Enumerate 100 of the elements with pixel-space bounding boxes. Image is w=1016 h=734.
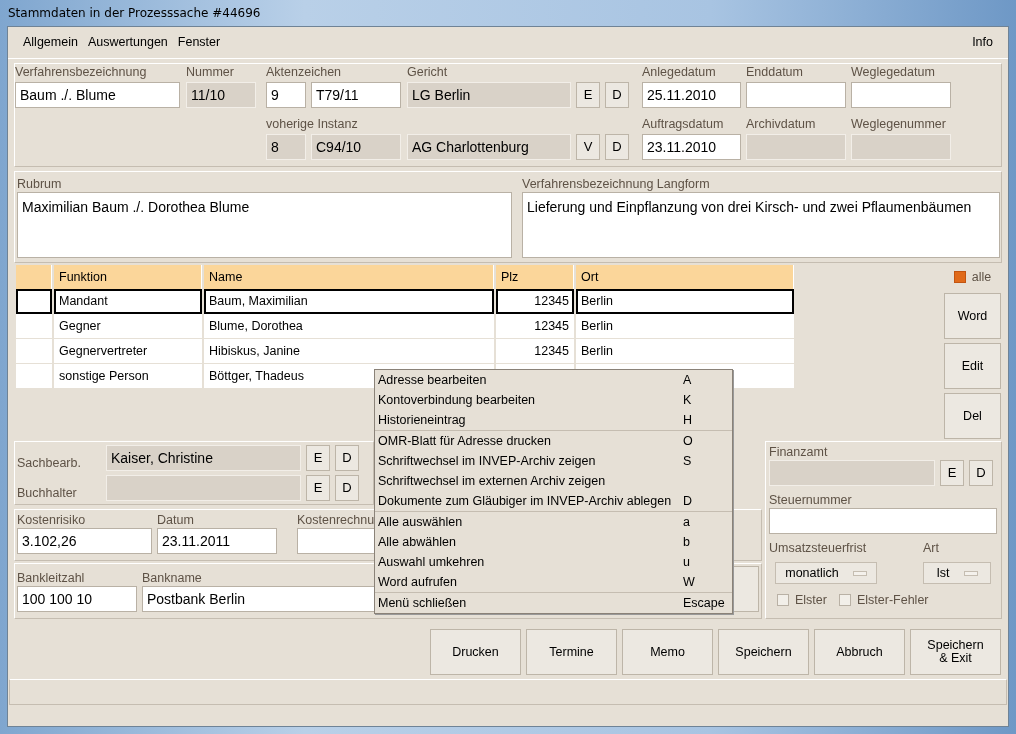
- menu-item[interactable]: Schriftwechsel im INVEP-Archiv zeigen S: [375, 451, 732, 471]
- field-label: Steuernummer: [769, 492, 852, 508]
- field-label: Kostenrechnu: [297, 512, 375, 528]
- input-field[interactable]: 3.102,26: [17, 528, 152, 554]
- field-label: Bankleitzahl: [17, 570, 85, 586]
- input-field: C94/10: [311, 134, 401, 160]
- field-label: Enddatum: [746, 64, 803, 81]
- action-button[interactable]: Drucken: [430, 629, 521, 675]
- field-label: Buchhalter: [17, 485, 78, 501]
- side-button[interactable]: Edit: [944, 343, 1001, 389]
- field-label: Auftragsdatum: [642, 116, 724, 133]
- field-label: Datum: [157, 512, 194, 528]
- checkbox[interactable]: [953, 271, 966, 283]
- menu-item[interactable]: Allgemein: [18, 31, 83, 54]
- dropdown-icon: [963, 570, 978, 576]
- small-button[interactable]: E: [576, 82, 600, 108]
- table-cell: Berlin: [576, 339, 794, 364]
- small-button[interactable]: E: [306, 445, 330, 471]
- checkbox-label: Elster: [795, 592, 827, 608]
- field-label: Nummer: [186, 64, 234, 81]
- input-field[interactable]: [851, 82, 951, 108]
- side-button[interactable]: Del: [944, 393, 1001, 439]
- table-header: [16, 265, 52, 289]
- action-button[interactable]: Termine: [526, 629, 617, 675]
- table-cell: Blume, Dorothea: [204, 314, 494, 339]
- input-field: 8: [266, 134, 306, 160]
- dropdown[interactable]: monatlich: [775, 562, 877, 584]
- table-cell: 12345: [496, 314, 574, 339]
- input-field[interactable]: 23.11.2010: [642, 134, 741, 160]
- menu-item[interactable]: Dokumente zum Gläubiger im INVEP-Archiv ablegen D: [375, 491, 732, 511]
- field-label: Bankname: [142, 570, 202, 586]
- text-area[interactable]: Lieferung und Einpflanzung von drei Kirsch- und zwei Pflaumenbäumen: [522, 192, 1000, 258]
- field-label: Gericht: [407, 64, 448, 81]
- input-field: LG Berlin: [407, 82, 571, 108]
- table-cell: Gegnervertreter: [54, 339, 202, 364]
- column-header[interactable]: Ort: [576, 265, 794, 289]
- table-cell: Berlin: [576, 314, 794, 339]
- table-cell: Hibiskus, Janine: [204, 339, 494, 364]
- column-header[interactable]: Name: [204, 265, 494, 289]
- input-field[interactable]: [769, 508, 997, 534]
- column-header[interactable]: Funktion: [54, 265, 202, 289]
- table-cell: Baum, Maximilian: [204, 289, 494, 314]
- small-button[interactable]: D: [335, 445, 359, 471]
- window-title: Stammdaten in der Prozesssache #44696: [7, 5, 262, 22]
- input-field[interactable]: 23.11.2011: [157, 528, 277, 554]
- field-label: Verfahrensbezeichnung: [15, 64, 147, 81]
- menu-item[interactable]: Schriftwechsel im externen Archiv zeigen: [375, 471, 732, 491]
- input-field: 11/10: [186, 82, 256, 108]
- field-label: Archivdatum: [746, 116, 816, 133]
- side-button[interactable]: Word: [944, 293, 1001, 339]
- input-field[interactable]: 100 100 10: [17, 586, 137, 612]
- field-label: Art: [923, 540, 939, 556]
- small-button[interactable]: E: [940, 460, 964, 486]
- input-field: AG Charlottenburg: [407, 134, 571, 160]
- action-button[interactable]: Abbruch: [814, 629, 905, 675]
- menu-item[interactable]: Menü schließen Escape: [375, 593, 732, 613]
- checkbox-label: Elster-Fehler: [856, 592, 929, 608]
- menu-item[interactable]: Historieneintrag H: [375, 410, 732, 430]
- column-header[interactable]: Plz: [496, 265, 574, 289]
- menu-item[interactable]: Fenster: [172, 31, 226, 54]
- menu-item[interactable]: Auswahl umkehren u: [375, 552, 732, 572]
- input-field: Kaiser, Christine: [106, 445, 301, 471]
- field-label: Weglegenummer: [851, 116, 946, 133]
- field-label: voherige Instanz: [266, 116, 358, 133]
- small-button[interactable]: D: [969, 460, 993, 486]
- field-label: Verfahrensbezeichnung Langform: [522, 176, 710, 192]
- table-cell: Mandant: [54, 289, 202, 314]
- table-cell: 12345: [496, 339, 574, 364]
- checkbox[interactable]: [777, 594, 789, 606]
- field-label: Umsatzsteuerfrist: [769, 540, 867, 556]
- table-cell: Berlin: [576, 289, 794, 314]
- field-label: Aktenzeichen: [266, 64, 342, 81]
- action-button[interactable]: Speichern: [718, 629, 809, 675]
- input-field[interactable]: [746, 82, 846, 108]
- small-button[interactable]: V: [576, 134, 600, 160]
- input-field[interactable]: 9: [266, 82, 306, 108]
- row-header[interactable]: [16, 289, 52, 314]
- small-button[interactable]: E: [306, 475, 330, 501]
- field-label: Finanzamt: [769, 444, 828, 460]
- action-button[interactable]: Speichern & Exit: [910, 629, 1001, 675]
- menu-item[interactable]: OMR-Blatt für Adresse drucken O: [375, 431, 732, 451]
- small-button[interactable]: D: [605, 134, 629, 160]
- input-field[interactable]: 25.11.2010: [642, 82, 741, 108]
- input-field[interactable]: T79/11: [311, 82, 401, 108]
- menu-item[interactable]: Info: [967, 31, 998, 54]
- small-button[interactable]: D: [335, 475, 359, 501]
- dropdown[interactable]: Ist: [923, 562, 991, 584]
- input-field[interactable]: Baum ./. Blume: [15, 82, 180, 108]
- table-cell: 12345: [496, 289, 574, 314]
- field-label: Sachbearb.: [17, 455, 82, 471]
- small-button[interactable]: D: [605, 82, 629, 108]
- menu-item[interactable]: Alle abwählen b: [375, 532, 732, 552]
- checkbox[interactable]: [838, 594, 851, 606]
- menu-item[interactable]: Alle auswählen a: [375, 512, 732, 532]
- dropdown-icon: [852, 570, 867, 576]
- table-cell: sonstige Person: [54, 364, 202, 389]
- action-button[interactable]: Memo: [622, 629, 713, 675]
- menu-item[interactable]: Kontoverbindung bearbeiten K: [375, 390, 732, 410]
- menu-item[interactable]: Auswertungen: [82, 31, 173, 54]
- text-area[interactable]: Maximilian Baum ./. Dorothea Blume: [17, 192, 512, 258]
